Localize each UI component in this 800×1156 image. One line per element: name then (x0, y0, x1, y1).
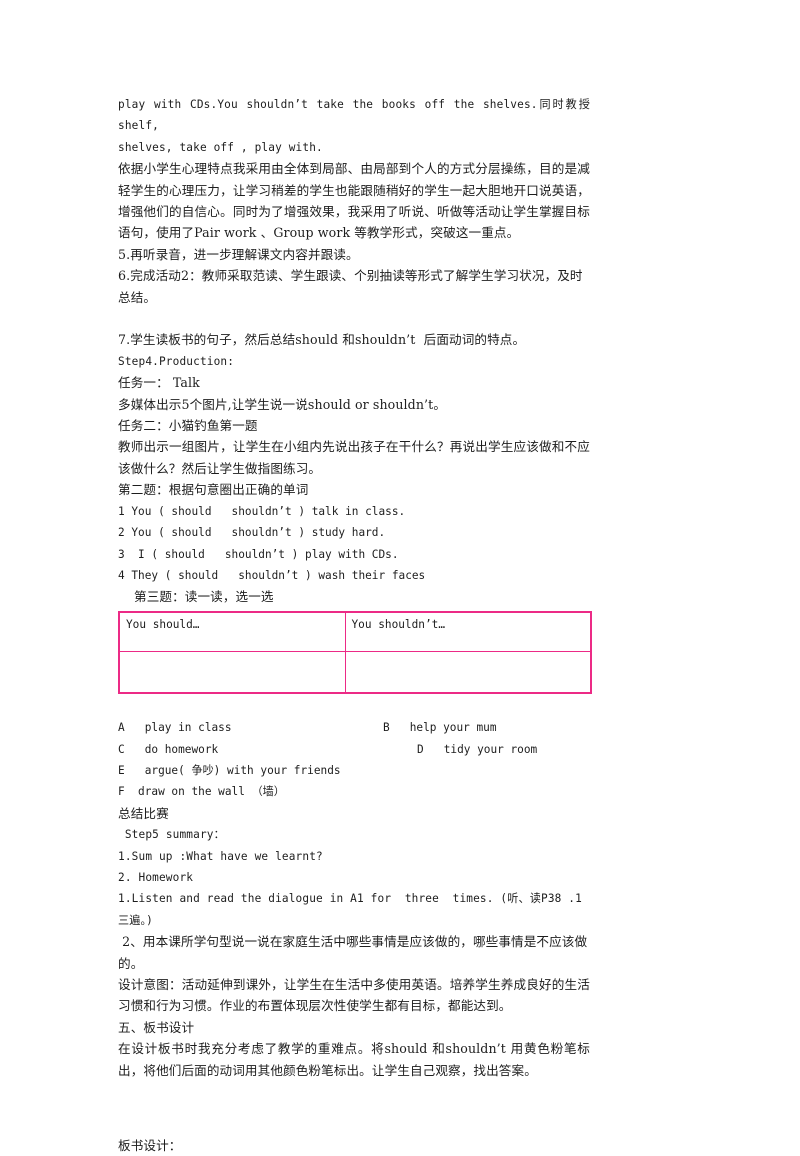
document-page: play with CDs.You shouldn’t take the boo… (0, 0, 800, 1153)
option-row: A play in class B help your mum (118, 717, 590, 738)
paragraph-method-description: 依据小学生心理特点我采用由全体到局部、由局部到个人的方式分层操练，目的是减轻学生… (118, 161, 590, 241)
option-a: A play in class (118, 721, 232, 735)
table-header-cell-should: You should… (118, 611, 346, 652)
option-row: E argue( 争吵) with your friends (118, 760, 590, 781)
task-1-description: 多媒体出示5个图片,让学生说一说should or shouldn’t。 (118, 396, 447, 412)
option-e: E argue( 争吵) with your friends (118, 763, 341, 777)
table-header-cell-shouldnt: You shouldn’t… (344, 611, 592, 652)
document-body: play with CDs.You shouldn’t take the boo… (118, 94, 592, 1156)
paragraph-line-2: shelves, take off , play with. (118, 140, 323, 154)
paragraph-line-1: play with CDs.You shouldn’t take the boo… (118, 98, 590, 133)
task-1-heading: 任务一： Talk (118, 375, 200, 391)
table-answer-cell-should[interactable] (118, 650, 346, 694)
step-item-5: 5.再听录音，进一步理解课文内容并跟读。 (118, 246, 359, 262)
step4-heading: Step4.Production: (118, 354, 235, 368)
summary-contest-label: 总结比赛 (118, 805, 169, 821)
task-2-heading: 任务二：小猫钓鱼第一题 (118, 418, 258, 434)
question-3-heading: 第三题：读一读，选一选 (134, 589, 274, 605)
option-c: C do homework (118, 742, 219, 756)
blackboard-design-label: 板书设计： (118, 1137, 182, 1153)
exercise-item: 2 You ( should shouldn’t ) study hard. (118, 526, 386, 540)
table-row: You should… You shouldn’t… (118, 611, 592, 652)
step-item-6: 6.完成活动2：教师采取范读、学生跟读、个别抽读等形式了解学生学习状况，及时总结… (118, 268, 583, 305)
homework-item-1: 1.Listen and read the dialogue in A1 for… (118, 892, 582, 927)
step5-heading: Step5 summary： (118, 828, 225, 842)
option-b: B help your mum (383, 721, 497, 735)
exercise-item: 3 I ( should shouldn’t ) play with CDs. (118, 547, 399, 561)
task-2-description: 教师出示一组图片，让学生在小组内先说出孩子在干什么？再说出学生应该做和不应该做什… (118, 439, 590, 476)
exercise-item: 4 They ( should shouldn’t ) wash their f… (118, 568, 426, 582)
option-row: C do homework D tidy your room (118, 739, 590, 760)
option-f: F draw on the wall （墙） (118, 785, 285, 799)
table-answer-cell-shouldnt[interactable] (344, 650, 592, 694)
homework-item-2: 2、用本课所学句型说一说在家庭生活中哪些事情是应该做的，哪些事情是不应该做的。 (118, 934, 588, 971)
option-d: D tidy your room (417, 742, 538, 756)
summary-item-2: 2. Homework (118, 870, 194, 884)
section-5-paragraph: 在设计板书时我充分考虑了教学的重难点。将should 和shouldn’t 用黄… (118, 1041, 590, 1078)
design-intent-paragraph: 设计意图：活动延伸到课外，让学生在生活中多使用英语。培养学生养成良好的生活习惯和… (118, 976, 590, 1014)
exercise-item: 1 You ( should shouldn’t ) talk in class… (118, 504, 406, 518)
should-shouldnt-table-wrapper: You should… You shouldn’t… (118, 610, 592, 694)
table-row[interactable] (118, 650, 592, 694)
summary-item-1: 1.Sum up :What have we learnt? (118, 849, 323, 863)
section-5-heading: 五、板书设计 (118, 1019, 195, 1035)
step-item-7: 7.学生读板书的句子，然后总结should 和shouldn’t 后面动词的特点… (118, 332, 526, 348)
should-shouldnt-table: You should… You shouldn’t… (118, 610, 592, 694)
option-row: F draw on the wall （墙） (118, 781, 590, 802)
question-2-heading: 第二题：根据句意圈出正确的单词 (118, 482, 309, 498)
